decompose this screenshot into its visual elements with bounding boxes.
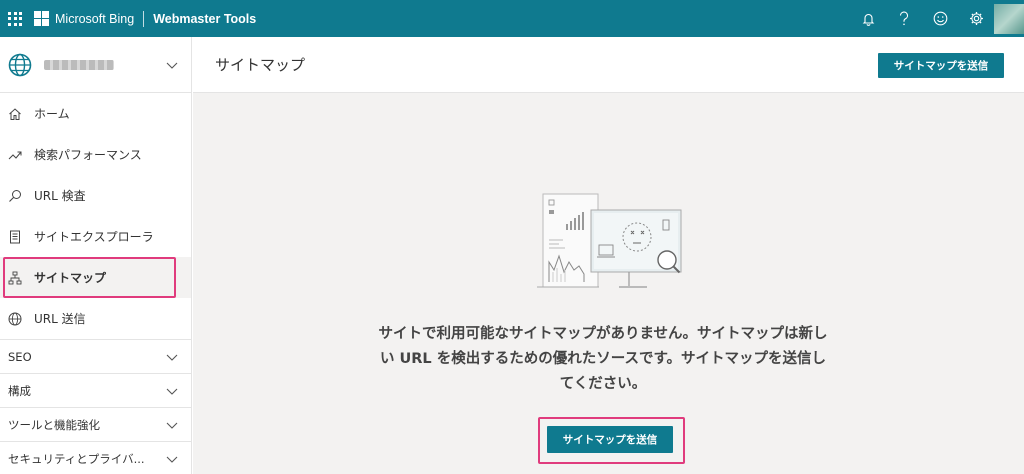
sidebar-item-label: サイトエクスプローラ [34,230,154,244]
sidebar-group-label: 構成 [8,383,31,398]
sidebar-group-configuration[interactable]: 構成 [0,373,191,407]
sidebar-group-security[interactable]: セキュリティとプライバ... [0,441,191,474]
sidebar-item-label: URL 検査 [34,189,86,203]
brand-name[interactable]: Microsoft Bing [55,12,134,26]
user-avatar[interactable] [994,3,1024,34]
sidebar-item-label: URL 送信 [34,312,86,326]
document-icon [8,230,22,244]
submit-sitemap-button-center[interactable]: サイトマップを送信 [547,426,673,453]
help-icon[interactable] [886,0,922,37]
sidebar-item-sitemaps[interactable]: サイトマップ [0,257,191,298]
sidebar-item-label: ホーム [34,107,70,121]
globe-icon [8,53,32,76]
home-icon [8,107,22,121]
sidebar-group-label: ツールと機能強化 [8,417,100,432]
sidebar-item-label: 検索パフォーマンス [34,148,142,162]
chevron-down-icon [166,456,178,463]
sidebar-item-search-performance[interactable]: 検索パフォーマンス [0,134,191,175]
chevron-down-icon [166,62,178,69]
trend-icon [8,148,22,162]
submit-sitemap-button[interactable]: サイトマップを送信 [878,53,1004,78]
brand-divider [143,10,145,27]
sidebar-item-label: サイトマップ [34,271,107,285]
sidebar-group-label: セキュリティとプライバ... [8,451,145,466]
main-content: サイトマップ サイトマップを送信 サイトで利用可能なサイトマップがありません。サ… [193,37,1024,474]
sidebar-item-home[interactable]: ホーム [0,93,191,134]
top-bar: Microsoft Bing Webmaster Tools [0,0,1024,37]
microsoft-logo-icon [34,11,49,26]
product-name[interactable]: Webmaster Tools [153,12,256,26]
bell-icon[interactable] [850,0,886,37]
site-name-blurred [44,59,114,70]
sidebar: ホーム 検索パフォーマンス URL 検査 サイトエクスプローラ サイトマップ U… [0,37,192,474]
sidebar-group-label: SEO [8,349,32,364]
sidebar-nav: ホーム 検索パフォーマンス URL 検査 サイトエクスプローラ サイトマップ U… [0,93,191,339]
page-title: サイトマップ [215,56,306,74]
chevron-down-icon [166,388,178,395]
site-selector[interactable] [0,37,191,93]
smiley-icon[interactable] [922,0,958,37]
app-launcher-icon[interactable] [8,11,22,26]
empty-state-message: サイトで利用可能なサイトマップがありません。サイトマップは新しい URL を検出… [378,326,828,392]
sidebar-item-site-explorer[interactable]: サイトエクスプローラ [0,216,191,257]
sidebar-group-tools[interactable]: ツールと機能強化 [0,407,191,441]
chevron-down-icon [166,422,178,429]
search-icon [8,189,22,203]
sidebar-item-url-submission[interactable]: URL 送信 [0,298,191,339]
empty-state-illustration [537,193,682,288]
chevron-down-icon [166,354,178,361]
sidebar-group-seo[interactable]: SEO [0,339,191,373]
globe-icon [8,312,22,326]
gear-icon[interactable] [958,0,994,37]
sitemap-icon [8,271,22,285]
sidebar-item-url-inspection[interactable]: URL 検査 [0,175,191,216]
